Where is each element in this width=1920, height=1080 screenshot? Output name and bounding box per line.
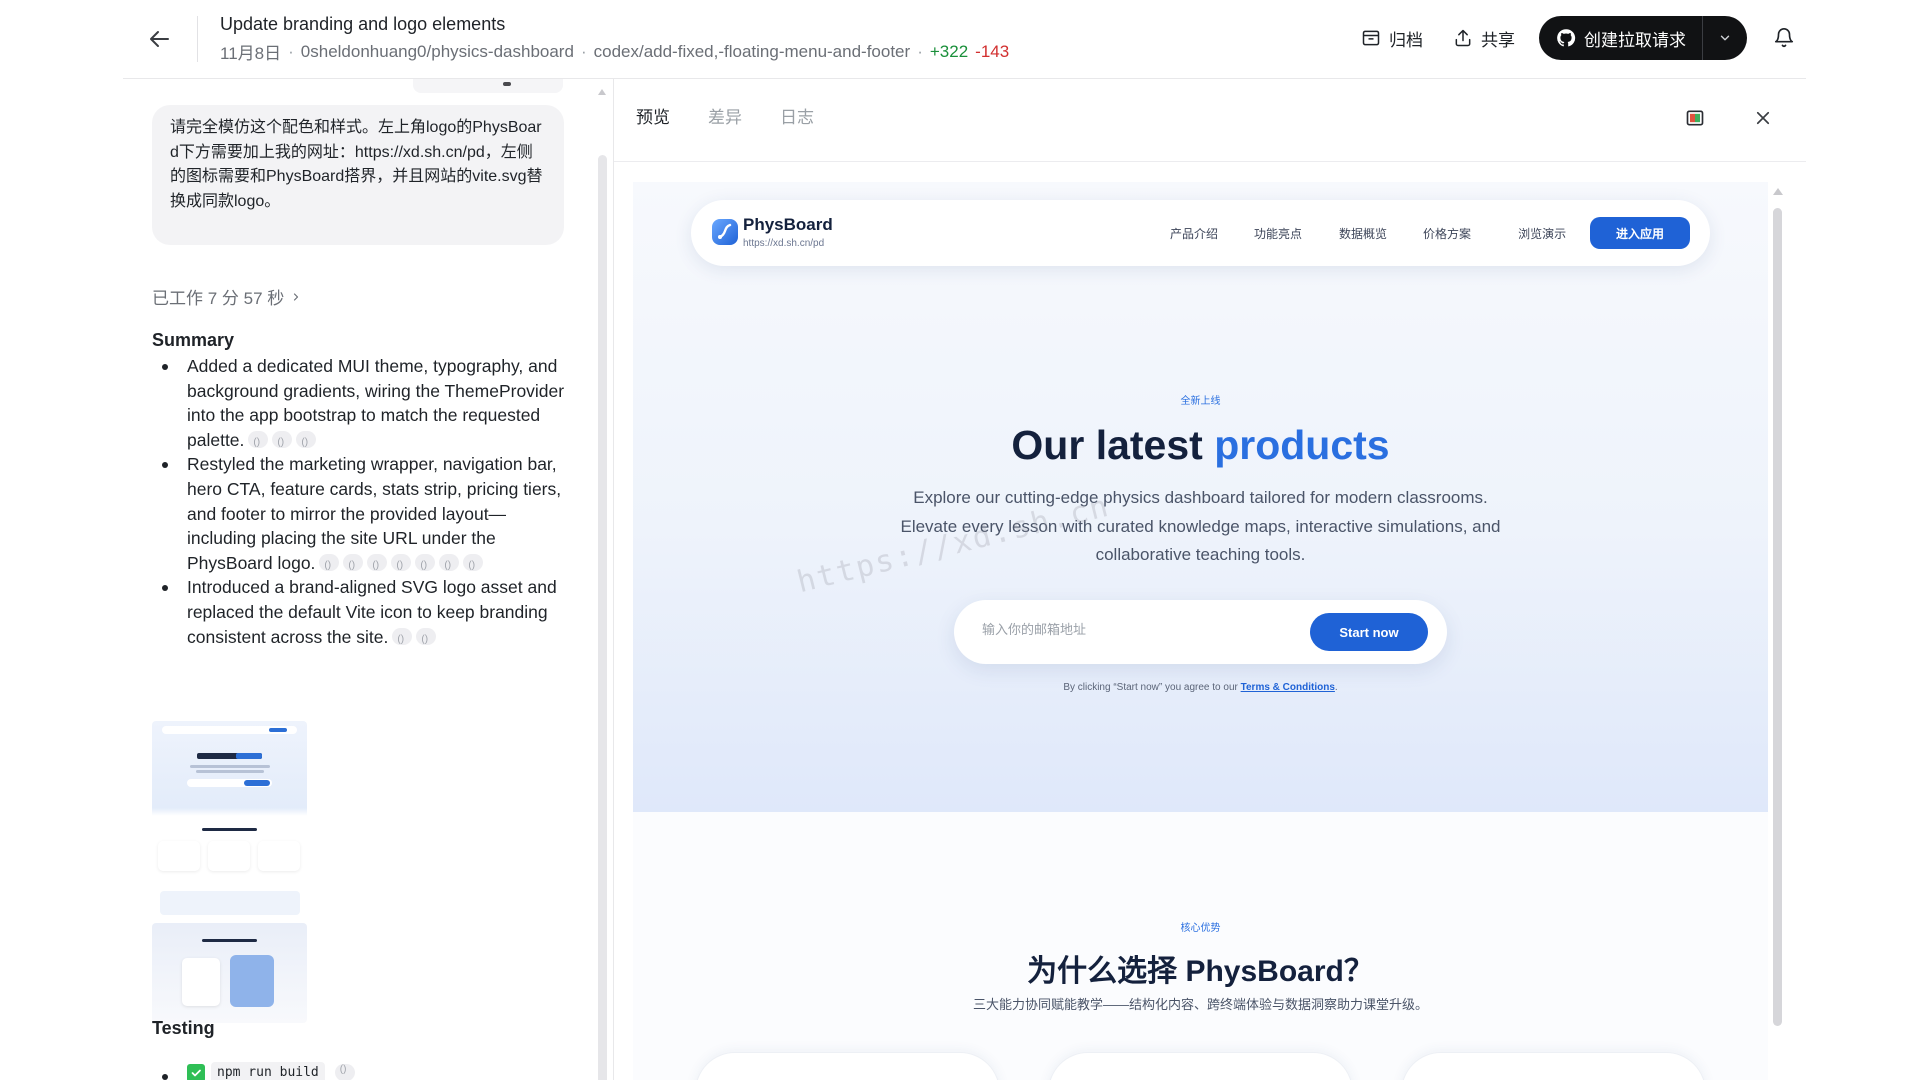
nav-link-data[interactable]: 数据概览 (1339, 225, 1387, 242)
features-subtitle: 三大能力协同赋能教学——结构化内容、跨终端体验与数据洞察助力课堂升级。 (972, 997, 1428, 1012)
branch-name[interactable]: codex/add-fixed,-floating-menu-and-foote… (594, 42, 911, 62)
citation-chip[interactable] (416, 627, 437, 652)
site-preview: PhysBoard https://xd.sh.cn/pd 产品介绍 功能亮点 … (633, 182, 1768, 1080)
share-icon (1455, 29, 1471, 47)
features-title: 为什么选择 PhysBoard？ (1027, 955, 1374, 988)
enter-app-button[interactable]: 进入应用 (1590, 217, 1690, 249)
site-url: https://xd.sh.cn/pd (743, 238, 825, 249)
testing-heading: Testing (152, 1018, 215, 1038)
header-divider (197, 16, 198, 62)
deletions-count: -143 (975, 41, 1010, 61)
feature-card (695, 1052, 1000, 1080)
terms-note: By clicking “Start now” you agree to our… (1063, 682, 1338, 693)
share-label: 共享 (1481, 30, 1515, 50)
citation-chip[interactable] (319, 553, 340, 578)
worked-label: 已工作 7 分 57 秒 (152, 289, 285, 308)
citation-chip[interactable] (343, 553, 364, 578)
test-result: npm run build (187, 1062, 355, 1080)
chevron-down-icon (1720, 35, 1730, 41)
chevron-right-icon (294, 292, 299, 301)
citation-chip[interactable] (296, 430, 317, 455)
citation-chip[interactable] (463, 553, 484, 578)
task-title: Update branding and logo elements (220, 14, 506, 34)
preview-panel: 预览 差异 日志 PhysBoard https://xd.sh.cn/pd 产… (613, 79, 1806, 1080)
hero-badge: 全新上线 (1180, 396, 1221, 407)
tab-preview[interactable]: 预览 (636, 103, 670, 128)
citation-chip[interactable] (272, 430, 293, 455)
summary-list: Added a dedicated MUI theme, typography,… (152, 354, 572, 652)
arrow-left-icon (150, 31, 169, 47)
repo-name[interactable]: 0sheldonhuang0/physics-dashboard (301, 42, 574, 62)
chat-scrollbar[interactable] (597, 87, 607, 1080)
preview-tools (1682, 105, 1776, 131)
citation-chip[interactable] (391, 553, 412, 578)
tab-diff[interactable]: 差异 (708, 103, 742, 128)
summary-item: Added a dedicated MUI theme, typography,… (152, 354, 572, 455)
task-date: 11月8日 (220, 44, 282, 63)
github-icon (1557, 29, 1576, 47)
window-icon (1686, 110, 1704, 126)
citation-chip[interactable] (439, 553, 460, 578)
nav-link-demo[interactable]: 浏览演示 (1518, 225, 1566, 242)
bell-icon (1774, 28, 1794, 48)
terms-link[interactable]: Terms & Conditions (1241, 682, 1335, 693)
worked-duration-toggle[interactable]: 已工作 7 分 57 秒 (152, 284, 302, 309)
additions-count: +322 (929, 41, 969, 61)
feature-card (1048, 1052, 1353, 1080)
start-now-button[interactable]: Start now (1310, 613, 1428, 651)
hero-title: Our latest products (1011, 422, 1390, 468)
create-pr-button[interactable]: 创建拉取请求 (1539, 16, 1747, 60)
close-preview-button[interactable] (1750, 105, 1776, 131)
citation-chip[interactable] (334, 1064, 355, 1080)
notifications-button[interactable] (1762, 16, 1806, 60)
citation-chip[interactable] (415, 553, 436, 578)
open-in-new-window-button[interactable] (1682, 105, 1708, 131)
prev-attachment (413, 79, 563, 93)
header-actions: 归档 共享 创建拉取请求 (1353, 16, 1806, 60)
summary-item: Restyled the marketing wrapper, navigati… (152, 452, 572, 578)
check-icon (187, 1063, 205, 1080)
physboard-logo-icon (712, 219, 738, 245)
nav-link-features[interactable]: 功能亮点 (1254, 225, 1302, 242)
email-input[interactable] (982, 622, 1282, 637)
screenshot-thumbnail[interactable] (152, 923, 307, 1023)
back-button[interactable] (143, 22, 177, 56)
test-command: npm run build (211, 1062, 325, 1080)
citation-chip[interactable] (367, 553, 388, 578)
archive-icon (1362, 30, 1380, 46)
site-nav-links: 产品介绍 功能亮点 数据概览 价格方案 浏览演示 (1170, 225, 1566, 242)
archive-button[interactable]: 归档 (1353, 16, 1431, 60)
user-message: 请完全模仿这个配色和样式。左上角logo的PhysBoard下方需要加上我的网址… (152, 105, 564, 245)
chat-panel: 请完全模仿这个配色和样式。左上角logo的PhysBoard下方需要加上我的网址… (123, 79, 611, 1080)
citation-chip[interactable] (392, 627, 413, 652)
top-bar: Update branding and logo elements 11月8日 … (123, 0, 1806, 79)
citation-chip[interactable] (248, 430, 269, 455)
summary-heading: Summary (152, 330, 235, 350)
nav-link-pricing[interactable]: 价格方案 (1423, 225, 1471, 242)
nav-link-products[interactable]: 产品介绍 (1170, 225, 1218, 242)
close-icon (1756, 111, 1770, 125)
create-pr-main[interactable]: 创建拉取请求 (1539, 16, 1702, 60)
site-navbar: PhysBoard https://xd.sh.cn/pd 产品介绍 功能亮点 … (691, 200, 1710, 266)
preview-scrollbar[interactable] (1771, 182, 1783, 1080)
archive-label: 归档 (1389, 30, 1423, 50)
feature-card (1401, 1052, 1706, 1080)
features-badge: 核心优势 (1180, 923, 1221, 934)
screenshot-thumbnail[interactable] (160, 891, 300, 915)
preview-tabs: 预览 差异 日志 (636, 103, 814, 128)
email-signup: Start now (954, 600, 1447, 664)
tab-logs[interactable]: 日志 (780, 103, 814, 128)
task-meta: 11月8日 · 0sheldonhuang0/physics-dashboard… (220, 39, 1009, 64)
create-pr-label: 创建拉取请求 (1584, 30, 1686, 50)
site-brand[interactable]: PhysBoard (743, 215, 833, 235)
screenshot-thumbnail[interactable] (152, 721, 307, 879)
hero-section: PhysBoard https://xd.sh.cn/pd 产品介绍 功能亮点 … (633, 182, 1768, 812)
pr-dropdown-button[interactable] (1703, 16, 1747, 60)
summary-item: Introduced a brand-aligned SVG logo asse… (152, 575, 572, 652)
share-button[interactable]: 共享 (1445, 16, 1523, 60)
